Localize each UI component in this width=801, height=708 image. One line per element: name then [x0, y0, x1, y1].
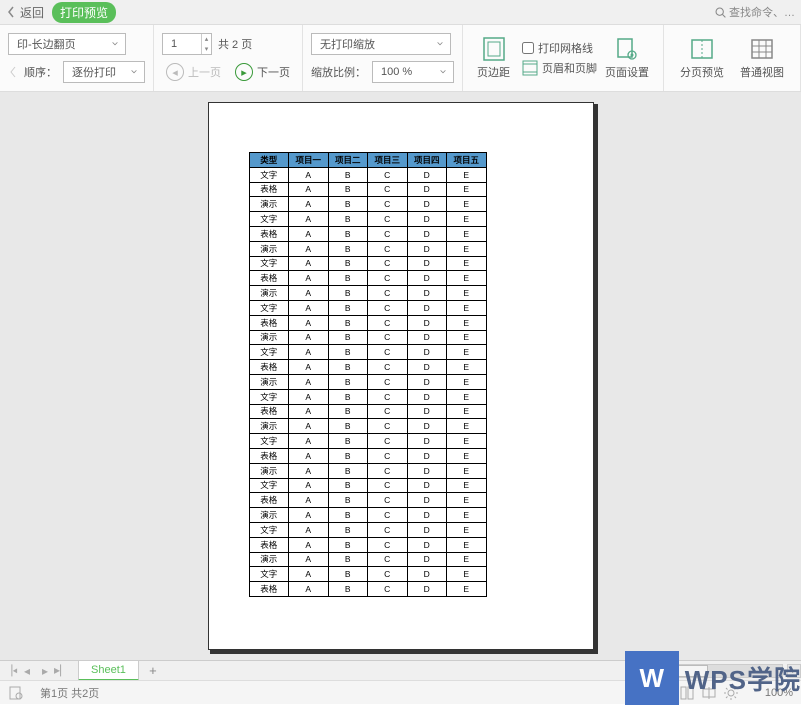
chevron-down-icon: [436, 40, 444, 48]
wps-watermark: W WPS学院: [625, 651, 801, 705]
table-row: 文字ABCDE: [249, 345, 486, 360]
table-row: 表格ABCDE: [249, 493, 486, 508]
table-row: 表格ABCDE: [249, 404, 486, 419]
table-row: 文字ABCDE: [249, 434, 486, 449]
table-row: 演示ABCDE: [249, 419, 486, 434]
table-row: 表格ABCDE: [249, 315, 486, 330]
collapse-icon: [8, 64, 18, 80]
page-setup-button[interactable]: 页面设置: [597, 32, 657, 84]
prev-sheet-button[interactable]: ◂: [18, 662, 36, 680]
margins-icon: [481, 36, 507, 62]
pagebreak-preview-button[interactable]: 分页预览: [672, 32, 732, 84]
table-row: 演示ABCDE: [249, 241, 486, 256]
table-header: 项目五: [447, 153, 487, 168]
prev-page-button: ◂ 上一页: [162, 61, 225, 83]
table-header: 类型: [249, 153, 289, 168]
first-sheet-button[interactable]: ⎹◂: [0, 662, 18, 680]
table-row: 文字ABCDE: [249, 522, 486, 537]
page-setup-icon: [614, 36, 640, 62]
header-footer-icon: [522, 60, 538, 76]
table-row: 演示ABCDE: [249, 374, 486, 389]
last-sheet-button[interactable]: ▸⎸: [54, 662, 72, 680]
search-command[interactable]: 查找命令、…: [714, 4, 795, 20]
order-label: 顺序：: [24, 64, 57, 80]
table-row: 演示ABCDE: [249, 197, 486, 212]
chevron-down-icon: [439, 68, 447, 76]
sheet-tab[interactable]: Sheet1: [78, 660, 139, 681]
scale-mode-select[interactable]: 无打印缩放: [311, 33, 451, 55]
table-header: 项目一: [289, 153, 329, 168]
table-row: 表格ABCDE: [249, 271, 486, 286]
pagebreak-icon: [689, 36, 715, 62]
page-info-label: 第1页 共2页: [40, 685, 99, 701]
table-row: 表格ABCDE: [249, 537, 486, 552]
table-row: 表格ABCDE: [249, 226, 486, 241]
table-row: 文字ABCDE: [249, 167, 486, 182]
chevron-down-icon: [111, 40, 119, 48]
table-row: 文字ABCDE: [249, 567, 486, 582]
normal-view-button[interactable]: 普通视图: [732, 32, 792, 84]
table-row: 演示ABCDE: [249, 330, 486, 345]
table-row: 文字ABCDE: [249, 256, 486, 271]
table-header: 项目四: [407, 153, 447, 168]
table-header: 项目三: [368, 153, 408, 168]
order-select[interactable]: 逐份打印: [63, 61, 145, 83]
wps-logo-icon: W: [625, 651, 679, 705]
add-sheet-button[interactable]: +: [145, 663, 161, 679]
print-preview-badge: 打印预览: [52, 2, 116, 23]
preview-page: 类型项目一项目二项目三项目四项目五文字ABCDE表格ABCDE演示ABCDE文字…: [208, 102, 594, 650]
table-row: 表格ABCDE: [249, 360, 486, 375]
table-row: 演示ABCDE: [249, 286, 486, 301]
record-macro-icon[interactable]: [8, 685, 24, 701]
next-sheet-button[interactable]: ▸: [36, 662, 54, 680]
table-row: 文字ABCDE: [249, 212, 486, 227]
search-placeholder: 查找命令、…: [729, 4, 795, 20]
page-total-label: 共 2 页: [218, 36, 252, 52]
page-number-input[interactable]: 1 ▴▾: [162, 33, 212, 55]
table-row: 文字ABCDE: [249, 389, 486, 404]
back-label: 返回: [20, 4, 44, 21]
wps-watermark-text: WPS学院: [685, 660, 801, 697]
preview-table: 类型项目一项目二项目三项目四项目五文字ABCDE表格ABCDE演示ABCDE文字…: [249, 152, 487, 597]
table-header: 项目二: [328, 153, 368, 168]
table-row: 文字ABCDE: [249, 478, 486, 493]
chevron-down-icon: [130, 68, 138, 76]
duplex-select[interactable]: 印-长边翻页: [8, 33, 126, 55]
table-row: 演示ABCDE: [249, 463, 486, 478]
table-row: 文字ABCDE: [249, 300, 486, 315]
normal-view-icon: [749, 36, 775, 62]
preview-area: 类型项目一项目二项目三项目四项目五文字ABCDE表格ABCDE演示ABCDE文字…: [0, 92, 801, 660]
spin-down[interactable]: ▾: [201, 44, 211, 54]
margins-button[interactable]: 页边距: [469, 32, 518, 84]
zoom-label: 缩放比例：: [311, 64, 366, 80]
header-footer-button[interactable]: 页眉和页脚: [522, 60, 597, 76]
gridlines-checkbox[interactable]: 打印网格线: [522, 40, 597, 56]
table-row: 表格ABCDE: [249, 582, 486, 597]
table-row: 表格ABCDE: [249, 448, 486, 463]
table-row: 演示ABCDE: [249, 508, 486, 523]
next-page-button[interactable]: ▸ 下一页: [231, 61, 294, 83]
table-row: 演示ABCDE: [249, 552, 486, 567]
zoom-select[interactable]: 100 %: [372, 61, 454, 83]
spin-up[interactable]: ▴: [201, 34, 211, 44]
table-row: 表格ABCDE: [249, 182, 486, 197]
back-button[interactable]: 返回: [6, 4, 44, 21]
